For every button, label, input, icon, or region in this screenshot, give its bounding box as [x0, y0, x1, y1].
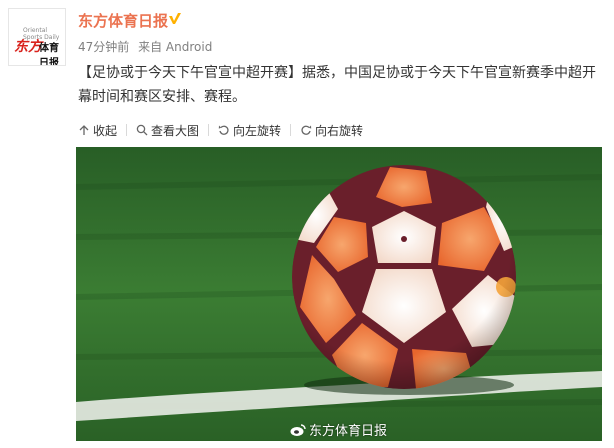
football-photo: [76, 147, 602, 441]
post-title: 【足协或于今天下午官宣中超开赛】: [78, 65, 302, 81]
avatar-brand-red: 东方: [14, 39, 42, 55]
avatar-brand-black: 体育日报: [39, 43, 59, 66]
weibo-logo-icon: [290, 423, 306, 436]
collapse-icon: [79, 125, 89, 135]
collapse-label: 收起: [93, 123, 118, 138]
toolbar-divider: [208, 124, 210, 136]
rotate-left-label: 向左旋转: [233, 123, 282, 138]
rotate-right-icon: [301, 125, 312, 135]
view-large-label: 查看大图: [151, 123, 200, 138]
account-name[interactable]: 东方体育日报: [78, 10, 168, 31]
rotate-left-icon: [218, 125, 229, 135]
rotate-right-button[interactable]: 向右旋转: [300, 122, 363, 139]
post-text: 【足协或于今天下午官宣中超开赛】据悉，中国足协或于今天下午官宣新赛季中超开幕时间…: [78, 61, 602, 109]
watermark-text: 东方体育日报: [309, 424, 388, 439]
media-toolbar: 收起 查看大图 向左旋转 向右旋转: [78, 121, 363, 139]
avatar[interactable]: Oriental Sports Daily 东方 体育日报: [8, 8, 66, 66]
toolbar-divider: [126, 124, 128, 136]
view-large-button[interactable]: 查看大图: [136, 122, 199, 139]
photo-watermark: 东方体育日报: [290, 420, 387, 439]
rotate-left-button[interactable]: 向左旋转: [218, 122, 281, 139]
post-photo[interactable]: [76, 147, 602, 441]
rotate-right-label: 向右旋转: [315, 123, 364, 138]
collapse-button[interactable]: 收起: [78, 122, 117, 139]
post-meta: 47分钟前 来自 Android: [78, 38, 217, 55]
toolbar-divider: [290, 124, 292, 136]
magnifier-icon: [136, 124, 148, 136]
post-source: 来自 Android: [138, 40, 213, 54]
verified-badge-icon: [169, 13, 181, 24]
post-time[interactable]: 47分钟前: [78, 40, 129, 54]
